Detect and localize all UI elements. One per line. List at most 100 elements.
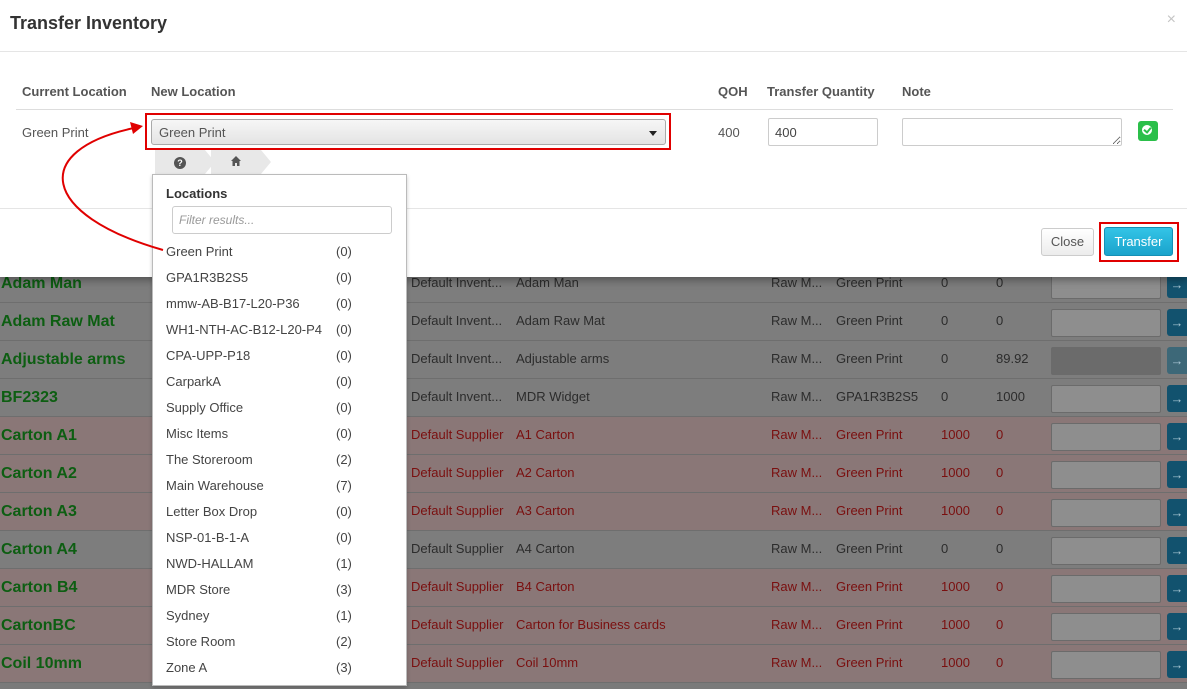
confirm-check-button[interactable] xyxy=(1138,121,1158,141)
row-quantity-input[interactable] xyxy=(1051,499,1161,527)
location-option[interactable]: Supply Office (0) xyxy=(166,396,396,420)
type-cell: Raw M... xyxy=(771,503,823,518)
row-transfer-arrow-icon[interactable]: → xyxy=(1167,651,1187,678)
row-transfer-arrow-icon[interactable]: → xyxy=(1167,309,1187,336)
row-transfer-arrow-icon[interactable]: → xyxy=(1167,499,1187,526)
location-option[interactable]: Sydney (1) xyxy=(166,604,396,628)
location-cell: Green Print xyxy=(836,313,903,328)
row-transfer-arrow-icon[interactable]: → xyxy=(1167,537,1187,564)
modal-header: Transfer Inventory × xyxy=(0,0,1187,52)
description-cell: Coil 10mm xyxy=(516,655,579,670)
supplier-cell: Default Supplier xyxy=(411,617,504,632)
item-name: Carton A1 xyxy=(1,427,77,444)
location-option-count: (1) xyxy=(336,556,352,571)
location-option-count: (0) xyxy=(336,400,352,415)
location-option-count: (2) xyxy=(336,634,352,649)
location-option-label: Letter Box Drop xyxy=(166,504,258,519)
location-cell: Green Print xyxy=(836,541,903,556)
row-quantity-input[interactable] xyxy=(1051,613,1161,641)
location-option-label: The Storeroom xyxy=(166,452,253,467)
row-quantity-input[interactable] xyxy=(1051,537,1161,565)
location-option-count: (0) xyxy=(336,530,352,545)
location-option[interactable]: Zone A (3) xyxy=(166,656,396,680)
note-textarea[interactable] xyxy=(902,118,1122,146)
location-option[interactable]: Store Room (2) xyxy=(166,630,396,654)
location-option-label: Misc Items xyxy=(166,426,229,441)
quantity-cell: 1000 xyxy=(941,503,970,518)
row-quantity-input[interactable] xyxy=(1051,347,1161,375)
description-cell: A1 Carton xyxy=(516,427,575,442)
supplier-cell: Default Supplier xyxy=(411,427,504,442)
row-quantity-input[interactable] xyxy=(1051,461,1161,489)
location-cell: Green Print xyxy=(836,465,903,480)
close-icon[interactable]: × xyxy=(1167,11,1176,29)
location-option-count: (0) xyxy=(336,504,352,519)
filter-results-input[interactable] xyxy=(172,206,392,234)
value-cell: 0 xyxy=(996,617,1004,632)
row-transfer-arrow-icon[interactable]: → xyxy=(1167,385,1187,412)
supplier-cell: Default Supplier xyxy=(411,579,504,594)
location-option[interactable]: Misc Items (0) xyxy=(166,422,396,446)
breadcrumb-home[interactable] xyxy=(211,150,271,174)
location-option[interactable]: Green Print (0) xyxy=(166,240,396,264)
row-quantity-input[interactable] xyxy=(1051,309,1161,337)
location-option[interactable]: Main Warehouse (7) xyxy=(166,474,396,498)
type-cell: Raw M... xyxy=(771,427,823,442)
item-name: Carton B4 xyxy=(1,579,78,596)
location-option[interactable]: Letter Box Drop (0) xyxy=(166,500,396,524)
location-cell: GPA1R3B2S5 xyxy=(836,389,919,404)
item-name: Carton A4 xyxy=(1,541,77,558)
row-transfer-arrow-icon[interactable]: → xyxy=(1167,347,1187,374)
type-cell: Raw M... xyxy=(771,655,823,670)
quantity-cell: 1000 xyxy=(941,617,970,632)
description-cell: A3 Carton xyxy=(516,503,575,518)
location-option[interactable]: NWD-HALLAM (1) xyxy=(166,552,396,576)
type-cell: Raw M... xyxy=(771,541,823,556)
item-name: Adam Man xyxy=(1,275,82,292)
location-option-label: NSP-01-B-1-A xyxy=(166,530,250,545)
supplier-cell: Default Invent... xyxy=(411,275,503,290)
location-option[interactable]: MDR Store (3) xyxy=(166,578,396,602)
location-cell: Green Print xyxy=(836,503,903,518)
row-transfer-arrow-icon[interactable]: → xyxy=(1167,575,1187,602)
row-quantity-input[interactable] xyxy=(1051,651,1161,679)
description-cell: Adjustable arms xyxy=(516,351,610,366)
location-option-count: (0) xyxy=(336,348,352,363)
row-transfer-arrow-icon[interactable]: → xyxy=(1167,461,1187,488)
location-option[interactable]: The Storeroom (2) xyxy=(166,448,396,472)
location-option-count: (0) xyxy=(336,374,352,389)
row-transfer-arrow-icon[interactable]: → xyxy=(1167,613,1187,640)
row-quantity-input[interactable] xyxy=(1051,423,1161,451)
supplier-cell: Default Supplier xyxy=(411,541,504,556)
value-cell: 0 xyxy=(996,427,1004,442)
quantity-cell: 0 xyxy=(941,275,949,290)
location-option[interactable]: mmw-AB-B17-L20-P36 (0) xyxy=(166,292,396,316)
item-name: BF2323 xyxy=(1,389,58,406)
location-option[interactable]: WH1-NTH-AC-B12-L20-P4 (0) xyxy=(166,318,396,342)
value-cell: 0 xyxy=(996,503,1004,518)
row-quantity-input[interactable] xyxy=(1051,575,1161,603)
transfer-button[interactable]: Transfer xyxy=(1104,227,1173,256)
item-name: Adam Raw Mat xyxy=(1,313,115,330)
qoh-value: 400 xyxy=(718,125,740,140)
location-cell: Green Print xyxy=(836,275,903,290)
row-transfer-arrow-icon[interactable]: → xyxy=(1167,423,1187,450)
column-header-new-location: New Location xyxy=(151,84,236,99)
location-option-label: Zone A xyxy=(166,660,208,675)
location-option[interactable]: GPA1R3B2S5 (0) xyxy=(166,266,396,290)
close-button[interactable]: Close xyxy=(1041,228,1094,256)
breadcrumb-help[interactable]: ? xyxy=(155,150,215,174)
transfer-quantity-input[interactable] xyxy=(768,118,878,146)
location-option[interactable]: CPA-UPP-P18 (0) xyxy=(166,344,396,368)
location-option-label: mmw-AB-B17-L20-P36 xyxy=(166,296,300,311)
location-option[interactable]: CarparkA (0) xyxy=(166,370,396,394)
row-quantity-input[interactable] xyxy=(1051,385,1161,413)
description-cell: Adam Raw Mat xyxy=(516,313,605,328)
supplier-cell: Default Invent... xyxy=(411,351,503,366)
location-option-count: (0) xyxy=(336,244,352,259)
header-divider xyxy=(16,109,1173,110)
location-option[interactable]: NSP-01-B-1-A (0) xyxy=(166,526,396,550)
supplier-cell: Default Invent... xyxy=(411,313,503,328)
location-cell: Green Print xyxy=(836,655,903,670)
item-name: CartonBC xyxy=(1,617,76,634)
